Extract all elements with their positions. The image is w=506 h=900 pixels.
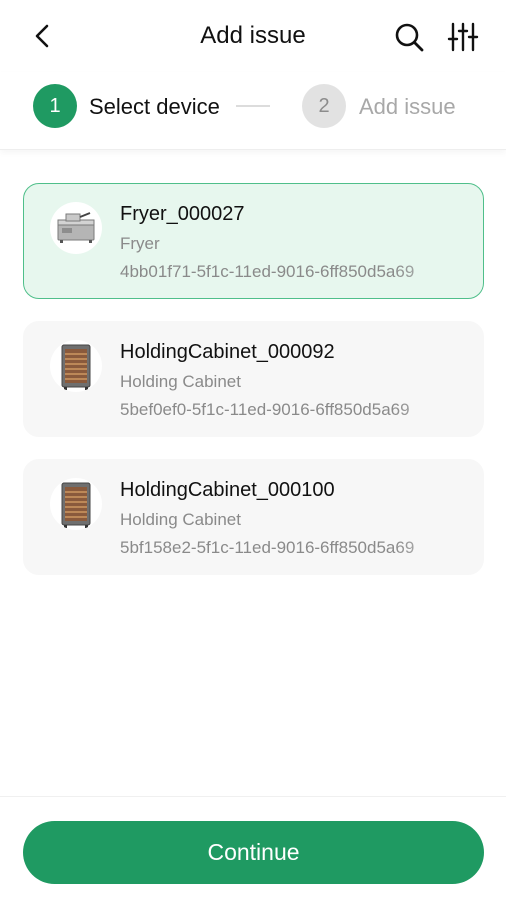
continue-button[interactable]: Continue xyxy=(23,821,484,884)
device-id: 5bef0ef0-5f1c-11ed-9016-6ff850d5a69 xyxy=(120,400,410,419)
page-title: Add issue xyxy=(200,22,306,49)
step-number-badge: 2 xyxy=(302,84,346,128)
device-card-holdingcabinet-000100[interactable]: HoldingCabinet_000100 Holding Cabinet 5b… xyxy=(23,459,484,575)
top-bar: Add issue xyxy=(0,0,506,72)
device-name: HoldingCabinet_000100 xyxy=(120,479,335,501)
sliders-icon xyxy=(447,22,479,52)
device-name: HoldingCabinet_000092 xyxy=(120,341,335,363)
step-connector xyxy=(236,105,270,107)
device-card-fryer-000027[interactable]: Fryer_000027 Fryer 4bb01f71-5f1c-11ed-90… xyxy=(23,183,484,299)
add-issue-screen: Add issue 1 Select device 2 Add issue Fr… xyxy=(0,0,506,900)
device-id: 4bb01f71-5f1c-11ed-9016-6ff850d5a69 xyxy=(120,262,415,281)
device-card-holdingcabinet-000092[interactable]: HoldingCabinet_000092 Holding Cabinet 5b… xyxy=(23,321,484,437)
device-thumbnail xyxy=(50,340,102,392)
step-number-badge: 1 xyxy=(33,84,77,128)
filter-button[interactable] xyxy=(444,18,482,56)
search-icon xyxy=(395,23,424,52)
device-id: 5bf158e2-5f1c-11ed-9016-6ff850d5a69 xyxy=(120,538,415,557)
device-type: Holding Cabinet xyxy=(120,510,241,529)
device-type: Holding Cabinet xyxy=(120,372,241,391)
step-label: Add issue xyxy=(359,94,456,119)
bottom-action-bar: Continue xyxy=(0,796,506,900)
device-thumbnail xyxy=(50,478,102,530)
progress-stepper: 1 Select device 2 Add issue xyxy=(0,72,506,150)
device-type: Fryer xyxy=(120,234,160,253)
search-button[interactable] xyxy=(390,18,428,56)
holding-cabinet-icon xyxy=(61,344,91,390)
step-label: Select device xyxy=(89,94,220,119)
device-name: Fryer_000027 xyxy=(120,203,245,225)
device-thumbnail xyxy=(50,202,102,254)
holding-cabinet-icon xyxy=(61,482,91,528)
device-list: Fryer_000027 Fryer 4bb01f71-5f1c-11ed-90… xyxy=(23,183,484,597)
fryer-icon xyxy=(57,212,95,243)
